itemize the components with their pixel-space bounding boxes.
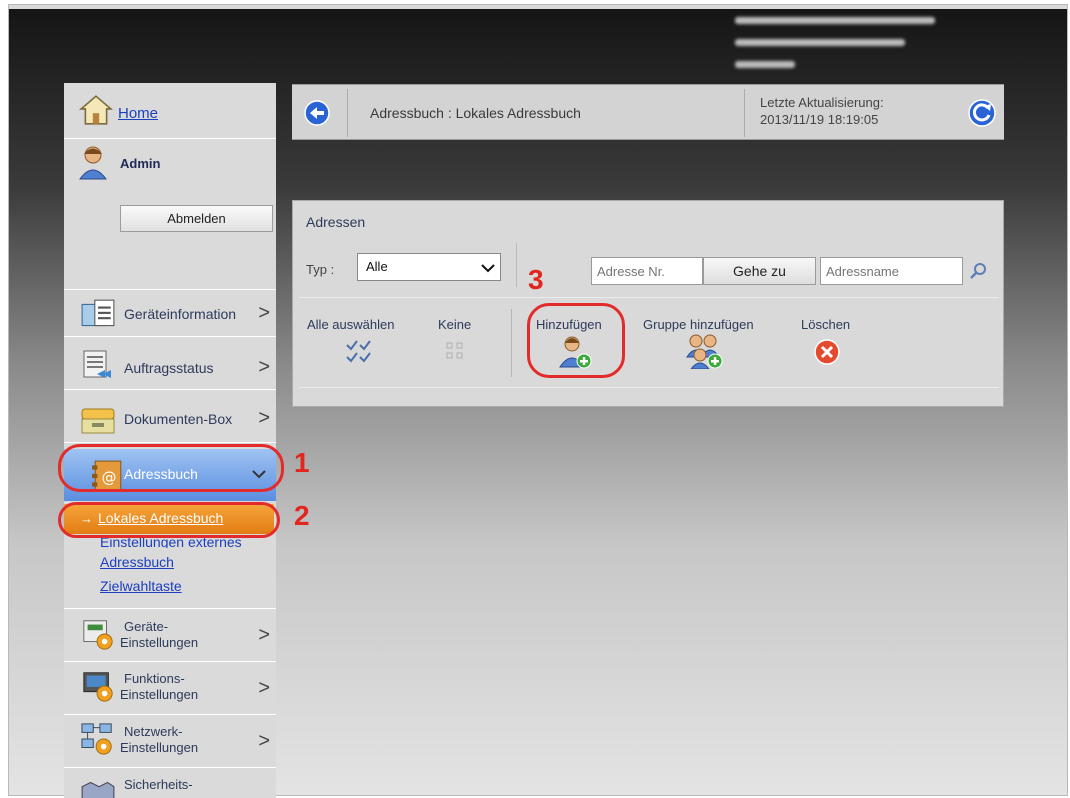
delete-label[interactable]: Löschen xyxy=(801,317,850,332)
annotation-number-1: 1 xyxy=(294,447,310,478)
sidebar-item-function-settings[interactable]: Funktions- Einstellungen > xyxy=(64,663,276,715)
home-icon[interactable] xyxy=(78,93,114,127)
divider xyxy=(299,387,999,388)
sidebar-item-label: Geräteinformation xyxy=(124,306,237,322)
sidebar-item-label: Einstellungen xyxy=(120,635,199,650)
chevron-right-icon: > xyxy=(258,407,270,429)
page-header: Adressbuch : Lokales Adressbuch Letzte A… xyxy=(292,84,1004,140)
chevron-down-icon xyxy=(481,264,495,273)
none-label[interactable]: Keine xyxy=(438,317,471,332)
device-info-icon xyxy=(81,299,115,327)
sidebar-item-security-settings[interactable]: Sicherheits- xyxy=(64,769,276,798)
refresh-icon[interactable] xyxy=(968,99,996,127)
admin-avatar-icon xyxy=(79,146,107,180)
user-name: Admin xyxy=(120,156,161,171)
chevron-right-icon: > xyxy=(258,302,270,324)
logout-button[interactable]: Abmelden xyxy=(120,205,273,232)
address-name-input[interactable] xyxy=(820,257,963,285)
sidebar-item-job-status[interactable]: Auftragsstatus > xyxy=(64,342,276,390)
delete-icon[interactable] xyxy=(814,339,840,365)
annotation-highlight-address-book xyxy=(58,444,284,492)
sidebar-item-label: Funktions- xyxy=(124,671,185,686)
sidebar-item-network-settings[interactable]: Netzwerk- Einstellungen > xyxy=(64,716,276,768)
home-link[interactable]: Home xyxy=(118,105,158,122)
sidebar-item-label: Einstellungen xyxy=(120,740,199,755)
chevron-right-icon: > xyxy=(258,356,270,378)
chevron-right-icon: > xyxy=(258,730,270,752)
toolbar-separator xyxy=(511,309,512,377)
page-title: Adressbuch : Lokales Adressbuch xyxy=(370,105,581,121)
network-settings-icon xyxy=(81,723,112,755)
security-settings-icon xyxy=(81,781,115,798)
sidebar-subitem-external-settings-line2[interactable]: Adressbuch xyxy=(100,554,174,570)
annotation-highlight-local-address-book xyxy=(58,502,280,538)
sidebar-subitem-speed-dial[interactable]: Zielwahltaste xyxy=(100,578,182,594)
sidebar-item-device-settings[interactable]: Geräte- Einstellungen > xyxy=(64,608,276,662)
window-top-border xyxy=(9,5,1067,9)
deselect-all-icon[interactable] xyxy=(445,341,465,361)
header-separator xyxy=(347,89,348,137)
last-update-label: Letzte Aktualisierung: xyxy=(760,95,884,110)
sidebar: Home Admin Abmelden Geräteinformation > … xyxy=(64,83,276,798)
type-label: Typ : xyxy=(306,262,335,277)
toolbar-separator xyxy=(516,243,517,287)
chevron-right-icon: > xyxy=(258,677,270,699)
sidebar-item-label: Netzwerk- xyxy=(124,724,183,739)
back-arrow-icon[interactable] xyxy=(304,100,330,126)
sidebar-home-row: Home xyxy=(64,83,276,139)
panel-title: Adressen xyxy=(306,214,366,230)
blurred-text xyxy=(735,61,795,68)
annotation-highlight-add xyxy=(527,303,625,378)
job-status-icon xyxy=(83,350,111,378)
sidebar-item-label: Auftragsstatus xyxy=(124,360,214,376)
sidebar-item-label: Dokumenten-Box xyxy=(124,411,233,427)
device-settings-icon xyxy=(83,620,113,650)
add-group-label[interactable]: Gruppe hinzufügen xyxy=(643,317,754,332)
select-all-label[interactable]: Alle auswählen xyxy=(307,317,394,332)
function-settings-icon xyxy=(83,672,113,702)
document-box-icon xyxy=(81,408,115,434)
sidebar-item-label: Geräte- xyxy=(124,619,169,634)
type-select[interactable]: Alle xyxy=(357,253,501,281)
sidebar-item-label: Sicherheits- xyxy=(124,777,193,792)
last-update-value: 2013/11/19 18:19:05 xyxy=(760,112,879,127)
divider xyxy=(299,297,999,298)
address-panel: Adressen Typ : Alle Gehe zu Alle auswähl… xyxy=(292,200,1004,407)
blurred-text xyxy=(735,17,935,24)
select-all-checks-icon[interactable] xyxy=(345,339,373,363)
annotation-number-2: 2 xyxy=(294,500,310,531)
sidebar-user-row: Admin xyxy=(64,139,276,187)
chevron-right-icon: > xyxy=(258,624,270,646)
sidebar-item-device-info[interactable]: Geräteinformation > xyxy=(64,289,276,337)
header-separator xyxy=(744,89,745,137)
sidebar-item-label: Einstellungen xyxy=(120,687,199,702)
blurred-text xyxy=(735,39,905,46)
search-icon[interactable] xyxy=(968,261,988,281)
address-number-input[interactable] xyxy=(591,257,703,285)
goto-button[interactable]: Gehe zu xyxy=(703,257,816,285)
annotation-number-3: 3 xyxy=(528,264,544,295)
type-select-value: Alle xyxy=(366,259,388,274)
sidebar-item-document-box[interactable]: Dokumenten-Box > xyxy=(64,395,276,443)
add-group-icon[interactable] xyxy=(686,333,724,369)
